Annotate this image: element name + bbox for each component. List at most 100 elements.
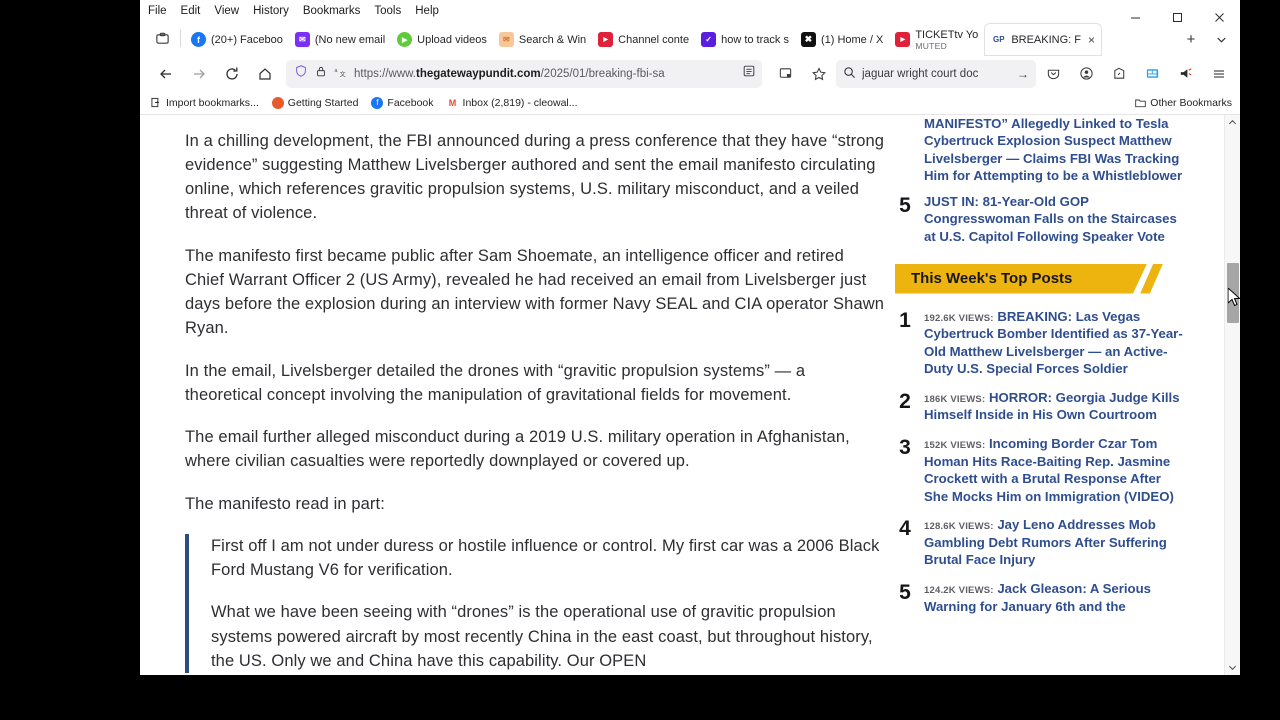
play-icon: ▶ (397, 32, 413, 48)
tab-label: how to track s (721, 33, 789, 46)
views-count: 192.6K VIEWS: (924, 312, 994, 324)
minimize-button[interactable] (1114, 2, 1156, 32)
tab-label: (20+) Faceboo (211, 33, 283, 46)
tab-label: (No new email (314, 33, 386, 46)
bookmark-import[interactable]: Import bookmarks... (150, 97, 259, 109)
rank-number: 1 (899, 308, 911, 332)
search-input[interactable]: jaguar wright court doc (862, 68, 1011, 80)
bookmark-star-icon[interactable] (803, 59, 834, 89)
chart-icon: ✓ (701, 32, 717, 48)
forward-button[interactable] (183, 59, 214, 89)
rank-number: 3 (899, 435, 911, 459)
top-post-item[interactable]: 3 152K VIEWS: Incoming Border Czar Tom H… (895, 435, 1183, 505)
quote-paragraph: First off I am not under duress or hosti… (211, 536, 880, 580)
tab-channel-content[interactable]: ▶ Channel conte (592, 24, 695, 55)
tab-search-win[interactable]: ✉ Search & Win (493, 24, 592, 55)
extension-icon[interactable] (1104, 59, 1135, 89)
search-bar[interactable]: jaguar wright court doc → (836, 59, 1036, 88)
top-post-item[interactable]: 5 124.2K VIEWS: Jack Gleason: A Serious … (895, 580, 1183, 615)
article-body: In a chilling development, the FBI annou… (185, 115, 885, 675)
pocket-icon[interactable] (1038, 59, 1069, 89)
browser-window: File Edit View History Bookmarks Tools H… (140, 0, 1240, 675)
close-button[interactable] (1198, 2, 1240, 32)
close-tab-icon[interactable]: × (1088, 34, 1095, 46)
sidebar-link[interactable]: 124.2K VIEWS: Jack Gleason: A Serious Wa… (924, 580, 1183, 615)
menu-file[interactable]: File (148, 5, 167, 17)
tab-facebook[interactable]: f (20+) Faceboo (185, 24, 289, 55)
menu-edit[interactable]: Edit (181, 5, 201, 17)
tab-breaking-active[interactable]: GP BREAKING: F × (985, 24, 1102, 56)
lock-icon[interactable] (315, 65, 327, 83)
sidebar-partial-item-5[interactable]: 5 JUST IN: 81-Year-Old GOP Congresswoman… (895, 193, 1183, 246)
home-icon[interactable] (249, 59, 280, 89)
menu-view[interactable]: View (214, 5, 239, 17)
views-count: 186K VIEWS: (924, 393, 986, 405)
back-button[interactable] (150, 59, 181, 89)
bookmark-label: Import bookmarks... (166, 96, 259, 109)
tab-tickettv[interactable]: ▶ TICKETtv You MUTED (889, 24, 985, 55)
shield-icon[interactable] (294, 64, 308, 83)
news-extension-icon[interactable] (1137, 59, 1168, 89)
menu-history[interactable]: History (253, 5, 289, 17)
menu-tools[interactable]: Tools (374, 5, 401, 17)
sidebar-link[interactable]: 128.6K VIEWS: Jay Leno Addresses Mob Gam… (924, 516, 1183, 569)
sidebar-link[interactable]: 186K VIEWS: HORROR: Georgia Judge Kills … (924, 389, 1183, 424)
tab-label: TICKETtv You (915, 28, 980, 41)
rank-number: 4 (899, 517, 911, 541)
article-paragraph: In a chilling development, the FBI annou… (185, 131, 885, 223)
bookmark-getting-started[interactable]: Getting Started (271, 96, 358, 109)
article-paragraph: In the email, Livelsberger detailed the … (185, 361, 806, 404)
scrollbar-thumb[interactable] (1227, 262, 1239, 323)
youtube-icon: ▶ (598, 32, 614, 48)
envelope-orange-icon: ✉ (498, 32, 514, 48)
svg-text:文: 文 (340, 70, 346, 78)
sidebar-link[interactable]: 152K VIEWS: Incoming Border Czar Tom Hom… (924, 435, 1183, 505)
account-icon[interactable] (1071, 59, 1102, 89)
sidebar-partial-item-top[interactable]: MANIFESTO” Allegedly Linked to Tesla Cyb… (895, 115, 1183, 185)
tab-upload-videos[interactable]: ▶ Upload videos (391, 24, 493, 55)
bookmark-facebook[interactable]: f Facebook (371, 96, 434, 109)
bookmark-inbox[interactable]: M Inbox (2,819) - cleowal... (447, 97, 578, 109)
mail-icon: ✉ (294, 32, 310, 48)
gmail-icon: M (448, 97, 457, 108)
youtube-icon: ▶ (895, 32, 911, 48)
translate-icon[interactable]: a文 (334, 65, 347, 83)
megaphone-extension-icon[interactable] (1170, 59, 1201, 89)
import-icon (150, 97, 162, 109)
tab-label: Upload videos (417, 33, 487, 46)
article-paragraph: The email further alleged misconduct dur… (185, 428, 850, 471)
bookmarks-toolbar: Import bookmarks... Getting Started f Fa… (140, 91, 1240, 115)
bookmark-label: Inbox (2,819) - cleowal... (462, 96, 578, 109)
scroll-down-arrow[interactable] (1225, 659, 1241, 675)
list-all-tabs-icon[interactable] (146, 23, 178, 53)
url-text[interactable]: https://www.thegatewaypundit.com/2025/01… (354, 68, 733, 80)
menu-help[interactable]: Help (415, 5, 439, 17)
maximize-button[interactable] (1156, 2, 1198, 32)
sidebar-link[interactable]: 192.6K VIEWS: BREAKING: Las Vegas Cybert… (924, 308, 1183, 378)
reload-button[interactable] (216, 59, 247, 89)
rank-number: 2 (899, 389, 911, 413)
screenshot-icon[interactable] (770, 59, 801, 89)
tab-x-home[interactable]: ✖ (1) Home / X (795, 24, 889, 55)
search-go-icon[interactable]: → (1017, 67, 1029, 81)
facebook-icon: f (191, 32, 206, 48)
window-controls (1114, 0, 1240, 34)
menu-bookmarks[interactable]: Bookmarks (303, 5, 361, 17)
quote-paragraph: What we have been seeing with “drones” i… (211, 603, 873, 670)
top-post-item[interactable]: 1 192.6K VIEWS: BREAKING: Las Vegas Cybe… (895, 308, 1183, 378)
page-scrollbar[interactable] (1224, 114, 1241, 675)
top-post-item[interactable]: 2 186K VIEWS: HORROR: Georgia Judge Kill… (895, 389, 1183, 424)
scroll-up-arrow[interactable] (1225, 115, 1241, 131)
other-bookmarks[interactable]: Other Bookmarks (1134, 97, 1232, 109)
sidebar-link[interactable]: MANIFESTO” Allegedly Linked to Tesla Cyb… (924, 115, 1183, 185)
article-paragraph: The manifesto first became public after … (185, 246, 885, 338)
rank-number: 5 (899, 580, 911, 604)
tab-how-to-track[interactable]: ✓ how to track s (695, 24, 795, 55)
tab-email[interactable]: ✉ (No new email (289, 24, 391, 55)
app-menu-icon[interactable] (1203, 59, 1234, 89)
reader-view-icon[interactable] (742, 64, 756, 83)
manifesto-blockquote: First off I am not under duress or hosti… (185, 533, 885, 674)
sidebar-link[interactable]: JUST IN: 81-Year-Old GOP Congresswoman F… (924, 193, 1183, 246)
top-post-item[interactable]: 4 128.6K VIEWS: Jay Leno Addresses Mob G… (895, 516, 1183, 569)
url-bar[interactable]: a文 https://www.thegatewaypundit.com/2025… (286, 59, 762, 88)
